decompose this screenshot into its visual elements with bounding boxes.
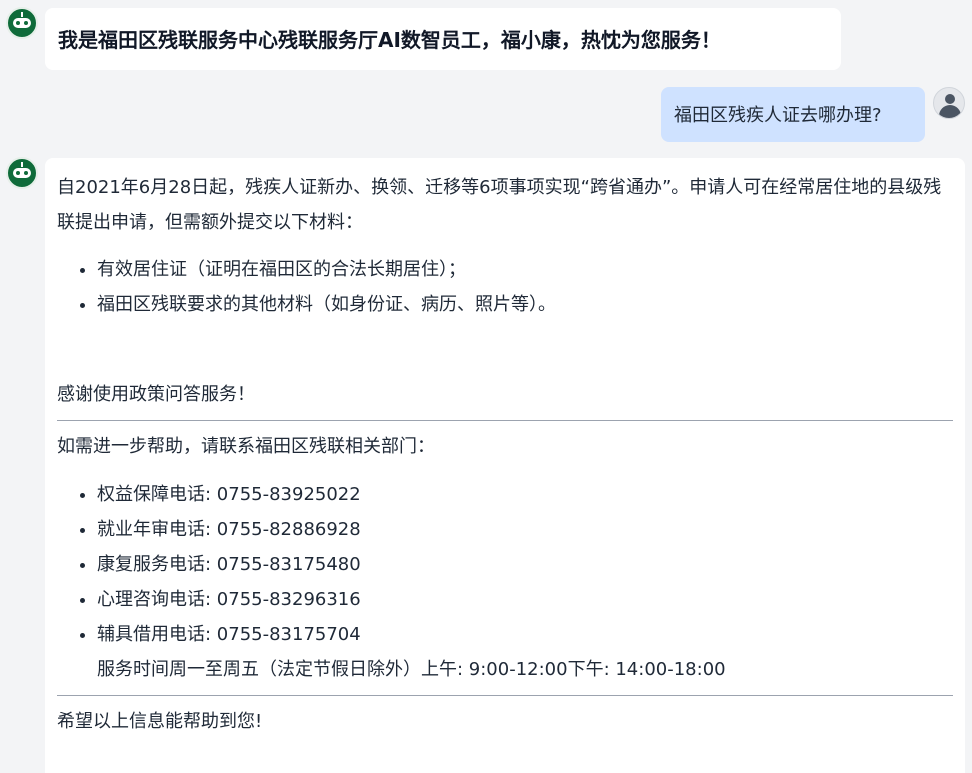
user-avatar <box>933 87 965 119</box>
thanks-text: 感谢使用政策问答服务！ <box>57 384 255 405</box>
bot-avatar <box>6 7 38 39</box>
robot-icon <box>13 18 31 28</box>
contact-phone: 康复服务电话: 0755-83175480 <box>97 547 953 582</box>
contact-phone: 就业年审电话: 0755-82886928 <box>97 512 953 547</box>
question-text: 福田区残疾人证去哪办理? <box>674 105 882 126</box>
user-icon <box>945 94 955 104</box>
robot-antenna <box>21 12 23 17</box>
service-hours: 服务时间周一至周五（法定节假日除外）上午: 9:00-12:00下午: 14:0… <box>97 659 726 680</box>
closing-text: 希望以上信息能帮助到您! <box>57 711 263 732</box>
answer-intro: 自2021年6月28日起，残疾人证新办、换领、迁移等6项事项实现“跨省通办”。申… <box>57 177 942 233</box>
contact-phone: 权益保障电话: 0755-83925022 <box>97 477 953 512</box>
divider <box>57 695 953 696</box>
divider <box>57 420 953 421</box>
help-intro: 如需进一步帮助，请联系福田区残联相关部门： <box>57 436 435 457</box>
bot-greeting-message: 我是福田区残联服务中心残联服务厅AI数智员工，福小康，热忱为您服务！ <box>45 8 841 70</box>
materials-list: 有效居住证（证明在福田区的合法长期居住）； 福田区残联要求的其他材料（如身份证、… <box>57 252 953 322</box>
robot-icon <box>13 168 31 178</box>
contact-phone: 辅具借用电话: 0755-83175704 <box>97 617 953 652</box>
list-item: 有效居住证（证明在福田区的合法长期居住）； <box>97 252 953 287</box>
contact-phone: 心理咨询电话: 0755-83296316 <box>97 582 953 617</box>
greeting-text: 我是福田区残联服务中心残联服务厅AI数智员工，福小康，热忱为您服务！ <box>58 28 721 52</box>
bot-avatar <box>6 157 38 189</box>
user-question-message: 福田区残疾人证去哪办理? <box>661 87 925 142</box>
contacts-list: 权益保障电话: 0755-83925022 就业年审电话: 0755-82886… <box>57 477 953 652</box>
list-item: 福田区残联要求的其他材料（如身份证、病历、照片等）。 <box>97 287 953 322</box>
bot-answer-message: 自2021年6月28日起，残疾人证新办、换领、迁移等6项事项实现“跨省通办”。申… <box>45 158 965 773</box>
